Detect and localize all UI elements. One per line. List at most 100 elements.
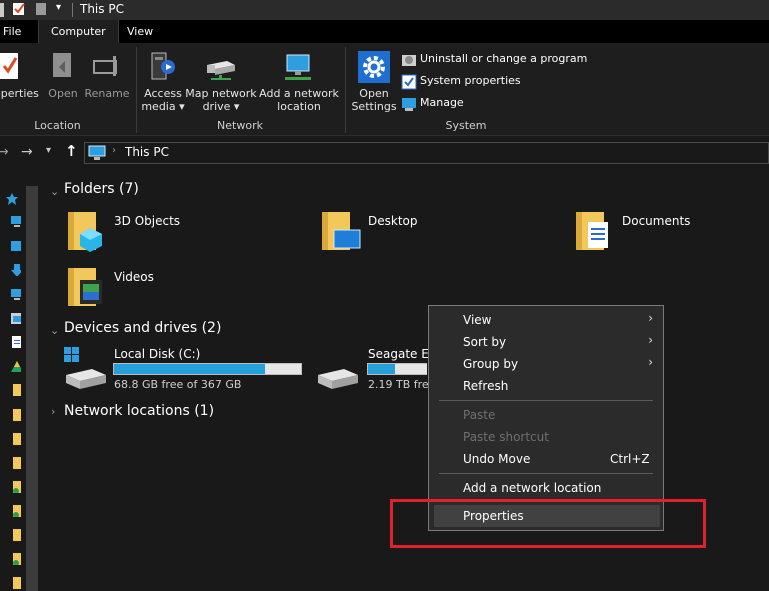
- customize-quick-access-icon[interactable]: ▾: [56, 2, 61, 13]
- submenu-arrow-icon: ›: [648, 333, 653, 347]
- map-drive-label-1: Map network: [185, 87, 257, 100]
- location-group-label: Location: [34, 119, 81, 132]
- menu-item-undo-move-label: Undo Move: [463, 452, 531, 466]
- ribbon-separator: [345, 47, 346, 133]
- open-settings-label-1: Open: [359, 87, 389, 100]
- nav-folder-icon[interactable]: [11, 577, 21, 589]
- folder-3d-objects[interactable]: 3D Objects: [66, 210, 256, 254]
- back-arrow-icon[interactable]: →: [0, 144, 9, 160]
- properties-quick-icon[interactable]: [12, 2, 26, 16]
- nav-pictures-icon[interactable]: [11, 313, 21, 325]
- nav-desktop-icon[interactable]: [11, 241, 21, 253]
- nav-folder-icon[interactable]: [11, 433, 21, 445]
- folders-collapse-icon[interactable]: ⌄: [50, 185, 59, 198]
- menu-item-add-network-location[interactable]: Add a network location: [463, 477, 659, 499]
- menu-item-paste[interactable]: Paste: [463, 404, 659, 426]
- tab-computer[interactable]: Computer: [38, 20, 119, 43]
- annotation-highlight-box: [390, 499, 706, 548]
- quick-access-star-icon[interactable]: [5, 192, 19, 206]
- menu-item-group-by-label: Group by: [463, 357, 519, 371]
- open-settings-label-2: Settings: [351, 100, 397, 113]
- network-location-icon: [285, 54, 311, 80]
- breadcrumb-separator-icon: ›: [112, 145, 116, 156]
- ribbon-tabs: File Computer View: [0, 20, 769, 43]
- nav-synced-folder-icon[interactable]: [11, 505, 21, 517]
- add-location-label-1: Add a network: [259, 87, 339, 100]
- map-drive-label-2-text: drive: [202, 100, 231, 113]
- drive-local-disk-c[interactable]: Local Disk (C:) 68.8 GB free of 367 GB: [62, 345, 307, 393]
- nav-this-pc-icon[interactable]: [11, 216, 21, 228]
- folder-label: Desktop: [368, 214, 418, 228]
- menu-item-refresh[interactable]: Refresh: [463, 375, 659, 397]
- access-media-label-1: Access: [144, 87, 182, 100]
- open-label: Open: [48, 87, 78, 100]
- drive-usage-bar: [113, 363, 302, 375]
- manage-icon: [402, 98, 416, 111]
- menu-item-add-network-location-label: Add a network location: [463, 481, 602, 495]
- drive-free-space: 68.8 GB free of 367 GB: [114, 378, 242, 391]
- external-drive-icon: [318, 369, 358, 389]
- new-folder-quick-icon[interactable]: [35, 2, 49, 16]
- drive-usage-fill: [114, 364, 266, 374]
- nav-synced-folder-icon[interactable]: [11, 553, 21, 565]
- system-properties-icon: [401, 74, 417, 90]
- menu-item-paste-shortcut[interactable]: Paste shortcut: [463, 426, 659, 448]
- folder-desktop[interactable]: Desktop: [320, 210, 510, 254]
- menu-item-view-label: View: [463, 313, 492, 327]
- nav-downloads-icon[interactable]: [11, 264, 21, 276]
- address-bar[interactable]: ›: [84, 142, 769, 164]
- nav-synced-folder-icon[interactable]: [11, 481, 21, 493]
- properties-label: operties: [0, 87, 39, 100]
- gear-icon: [358, 51, 390, 83]
- menu-item-sort-by-label: Sort by: [463, 335, 507, 349]
- access-media-icon: [151, 52, 175, 80]
- menu-item-sort-by[interactable]: Sort by: [463, 331, 659, 353]
- uninstall-label: Uninstall or change a program: [420, 52, 588, 65]
- tab-view[interactable]: View: [117, 20, 163, 43]
- nav-folder-icon[interactable]: [11, 457, 21, 469]
- nav-drive-icon[interactable]: [11, 361, 21, 373]
- submenu-arrow-icon: ›: [648, 311, 653, 325]
- devices-section-header[interactable]: Devices and drives (2): [64, 320, 221, 336]
- recent-locations-icon[interactable]: ▾: [46, 145, 51, 156]
- drive-label: Local Disk (C:): [114, 347, 201, 361]
- title-divider: [72, 3, 73, 17]
- menu-item-view[interactable]: View: [463, 309, 659, 331]
- devices-collapse-icon[interactable]: ⌄: [50, 324, 59, 337]
- tab-file[interactable]: File: [0, 20, 31, 43]
- nav-folder-icon[interactable]: [11, 529, 21, 541]
- drive-seagate[interactable]: Seagate Exp 2.19 TB free: [316, 345, 444, 393]
- folders-section-header[interactable]: Folders (7): [64, 181, 139, 197]
- nav-folder-icon[interactable]: [11, 409, 21, 421]
- drive-usage-fill: [368, 364, 395, 374]
- desktop-folder-icon: [322, 212, 361, 250]
- folder-documents[interactable]: Documents: [574, 210, 764, 254]
- network-group-label: Network: [217, 119, 263, 132]
- system-group-label: System: [445, 119, 487, 132]
- properties-icon: [0, 53, 18, 79]
- navigation-scrollbar[interactable]: [26, 186, 38, 591]
- address-path[interactable]: This PC: [125, 145, 169, 159]
- network-section-header[interactable]: Network locations (1): [64, 403, 214, 419]
- menu-separator: [439, 473, 653, 474]
- forward-arrow-icon[interactable]: →: [21, 144, 33, 160]
- manage-label: Manage: [420, 96, 464, 109]
- folder-label: Videos: [114, 270, 154, 284]
- rename-label: Rename: [84, 87, 130, 100]
- network-expand-icon[interactable]: ›: [51, 405, 55, 418]
- add-location-label-2: location: [277, 100, 321, 113]
- up-arrow-icon[interactable]: ↑: [65, 142, 78, 160]
- system-properties-label: System properties: [420, 74, 521, 87]
- folder-videos[interactable]: Videos: [66, 266, 256, 310]
- context-menu: View › Sort by › Group by › Refresh Past…: [428, 305, 664, 531]
- 3d-objects-folder-icon: [68, 212, 102, 252]
- menu-item-paste-label: Paste: [463, 408, 496, 422]
- menu-item-group-by[interactable]: Group by: [463, 353, 659, 375]
- nav-folder-icon[interactable]: [11, 384, 21, 396]
- network-drive-icon: [207, 61, 235, 80]
- nav-documents-icon[interactable]: [11, 336, 21, 348]
- rename-icon: [93, 56, 117, 76]
- submenu-arrow-icon: ›: [648, 355, 653, 369]
- chevron-down-icon: ▾: [233, 100, 240, 113]
- nav-pc-icon[interactable]: [11, 289, 21, 301]
